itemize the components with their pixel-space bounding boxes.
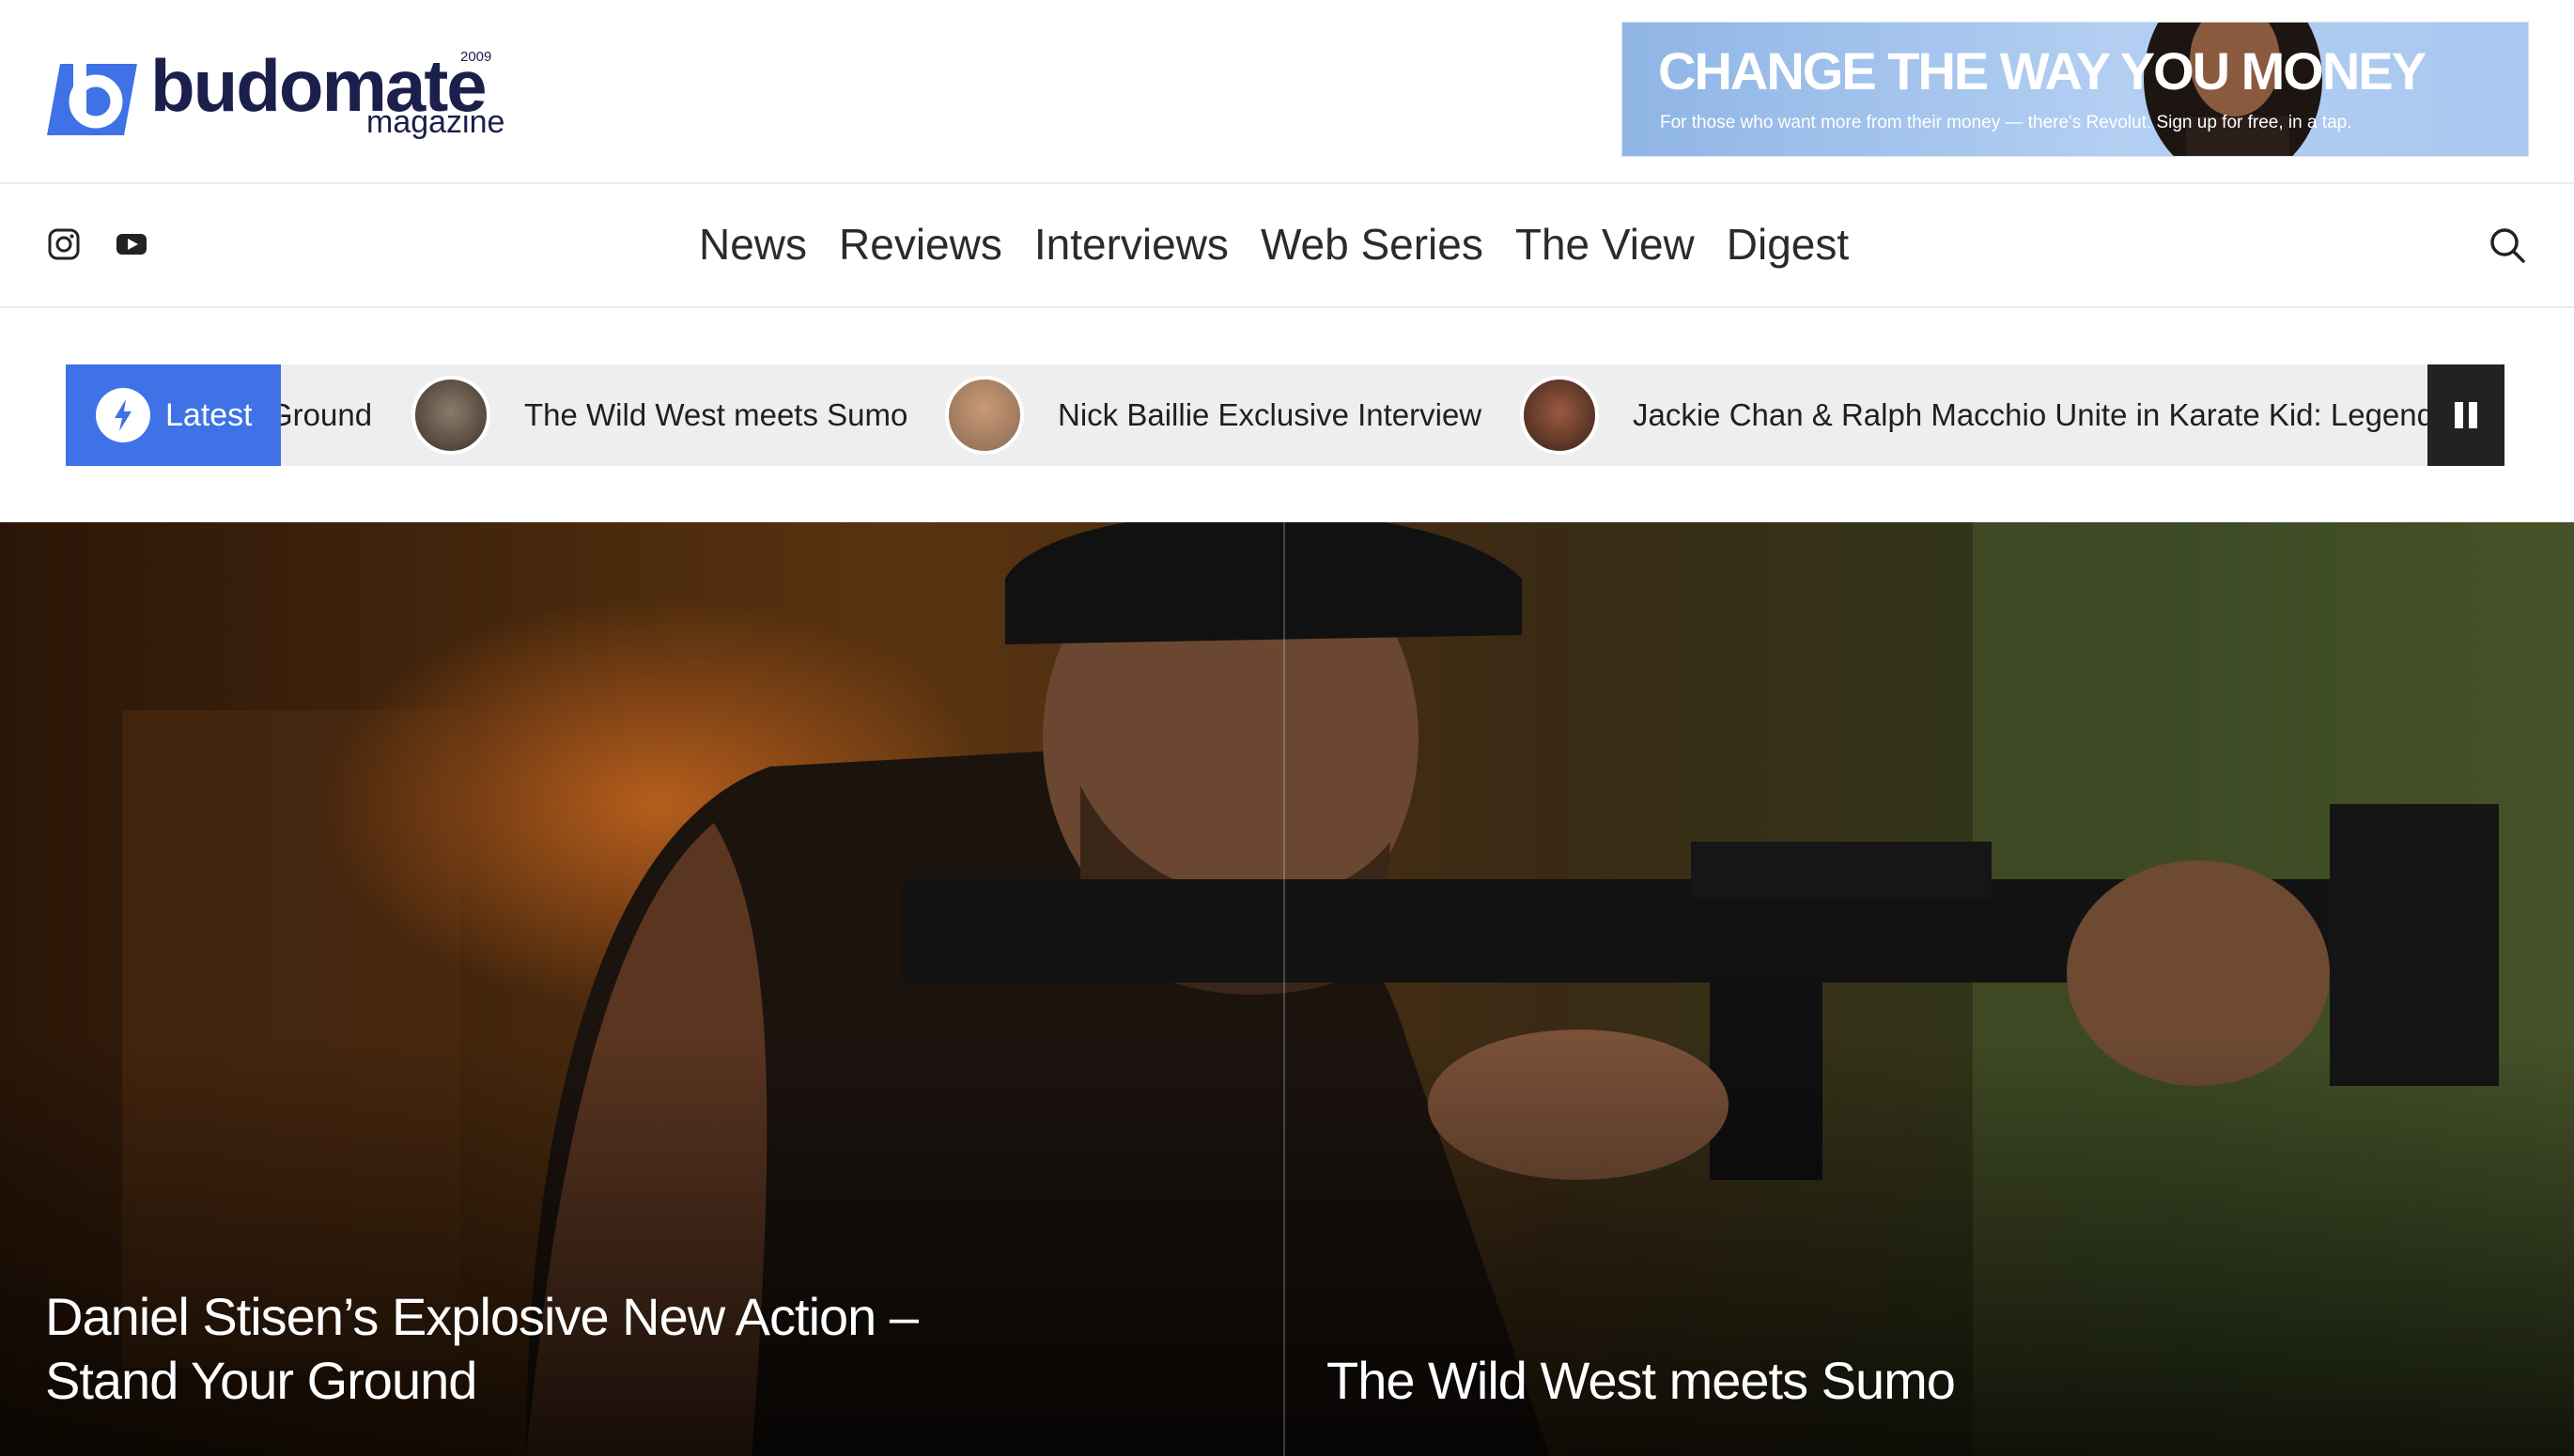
logo-year: 2009: [460, 49, 492, 65]
pause-icon: [2455, 402, 2477, 428]
search-icon[interactable]: [2488, 225, 2527, 265]
hero-left-title[interactable]: Daniel Stisen’s Explosive New Action – S…: [45, 1285, 1060, 1413]
ticker-item-title: The Wild West meets Sumo: [524, 397, 908, 432]
latest-ticker: Ground The Wild West meets Sumo Nick Bai…: [66, 364, 2504, 466]
ticker-item[interactable]: The Wild West meets Sumo: [411, 364, 907, 466]
hero-right-title[interactable]: The Wild West meets Sumo: [1326, 1349, 2454, 1413]
ticker-item-title: Jackie Chan & Ralph Macchio Unite in Kar…: [1633, 397, 2450, 432]
nav-item-web-series[interactable]: Web Series: [1261, 218, 1483, 271]
ticker-thumbnail: [1520, 376, 1599, 455]
ticker-item-title: Nick Baillie Exclusive Interview: [1058, 397, 1482, 432]
instagram-icon[interactable]: [47, 227, 81, 261]
hero-divider: [1283, 522, 1285, 1456]
youtube-icon[interactable]: [115, 227, 148, 261]
logo-icon: [47, 54, 137, 135]
nav-item-news[interactable]: News: [699, 218, 807, 271]
ticker-item[interactable]: Jackie Chan & Ralph Macchio Unite in Kar…: [1520, 364, 2450, 466]
ticker-item[interactable]: Nick Baillie Exclusive Interview: [945, 364, 1481, 466]
site-header: budomate 2009 magazine CHANGE THE WAY YO…: [0, 0, 2574, 184]
ad-banner[interactable]: CHANGE THE WAY YOU MONEY For those who w…: [1621, 22, 2529, 157]
ticker-item[interactable]: Ground: [269, 364, 372, 466]
nav-item-digest[interactable]: Digest: [1727, 218, 1849, 271]
hero-section: Daniel Stisen’s Explosive New Action – S…: [0, 522, 2574, 1456]
ticker-thumbnail: [411, 376, 490, 455]
nav-menu: News Reviews Interviews Web Series The V…: [699, 218, 1849, 271]
nav-item-reviews[interactable]: Reviews: [839, 218, 1002, 271]
latest-label: Latest: [165, 396, 253, 433]
site-logo[interactable]: budomate 2009 magazine: [47, 44, 504, 141]
ticker-thumbnail: [945, 376, 1024, 455]
nav-item-interviews[interactable]: Interviews: [1034, 218, 1229, 271]
ad-subtext: For those who want more from their money…: [1660, 113, 2352, 132]
latest-label-box: Latest: [66, 364, 281, 466]
nav-item-the-view[interactable]: The View: [1515, 218, 1695, 271]
ad-headline: CHANGE THE WAY YOU MONEY: [1658, 41, 2427, 101]
lightning-icon: [96, 388, 150, 442]
ticker-item-title: Ground: [269, 397, 373, 432]
pause-button[interactable]: [2427, 364, 2504, 466]
logo-subtitle: magazine: [366, 104, 505, 140]
main-nav: News Reviews Interviews Web Series The V…: [0, 184, 2574, 308]
